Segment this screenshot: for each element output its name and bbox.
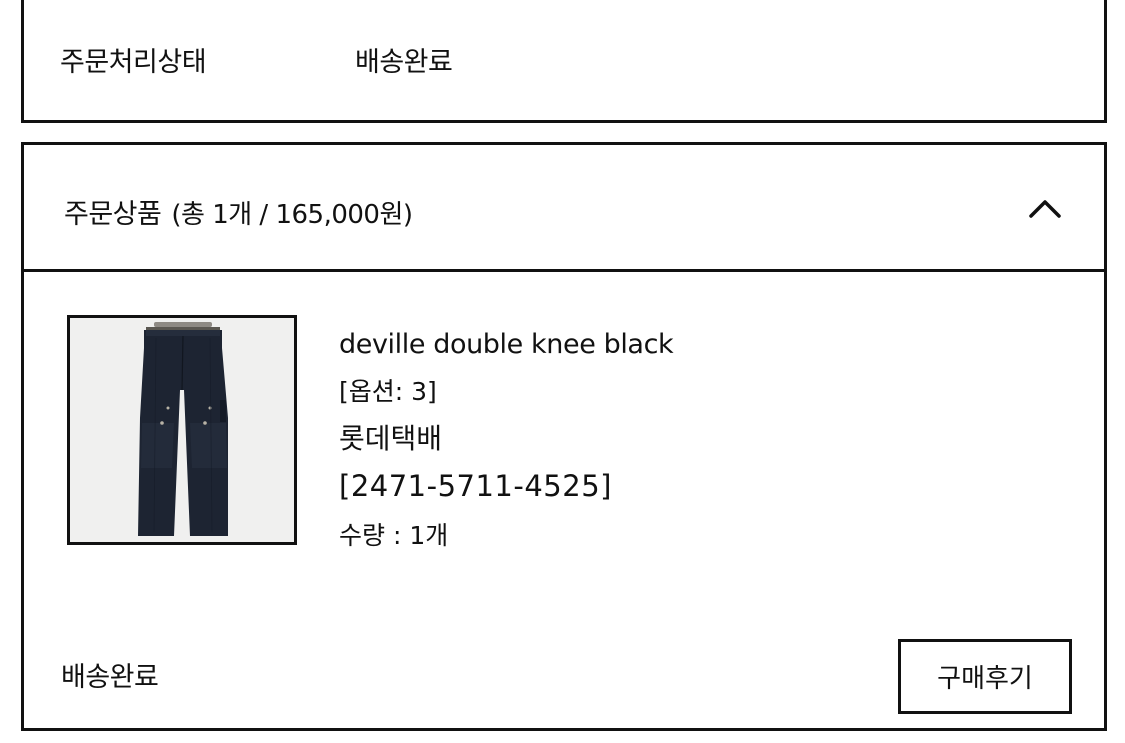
product-thumbnail[interactable] bbox=[67, 315, 297, 545]
product-details: deville double knee black [옵션: 3] 롯데택배 [… bbox=[339, 325, 674, 553]
courier-name: 롯데택배 bbox=[339, 422, 443, 455]
product-name[interactable]: deville double knee black bbox=[339, 325, 674, 365]
order-items-header[interactable]: 주문상품 (총 1개 / 165,000원) bbox=[24, 145, 1104, 272]
order-items-summary: (총 1개 / 165,000원) bbox=[171, 200, 413, 230]
order-items-title: 주문상품 (총 1개 / 165,000원) bbox=[64, 192, 413, 231]
chevron-up-icon[interactable] bbox=[1027, 190, 1063, 226]
product-quantity: 수량 : 1개 bbox=[339, 521, 449, 550]
order-items-panel: 주문상품 (총 1개 / 165,000원) deville double kn… bbox=[21, 142, 1107, 731]
tracking-number[interactable]: [2471-5711-4525] bbox=[339, 467, 673, 505]
order-items-heading: 주문상품 bbox=[64, 199, 162, 230]
order-status-value: 배송완료 bbox=[355, 47, 453, 78]
write-review-button[interactable]: 구매후기 bbox=[898, 639, 1072, 714]
order-status-panel: 주문처리상태 배송완료 bbox=[21, 0, 1107, 123]
product-image bbox=[70, 318, 294, 542]
item-delivery-status: 배송완료 bbox=[61, 662, 159, 693]
order-status-label: 주문처리상태 bbox=[60, 47, 207, 78]
product-option: [옵션: 3] bbox=[339, 377, 437, 406]
